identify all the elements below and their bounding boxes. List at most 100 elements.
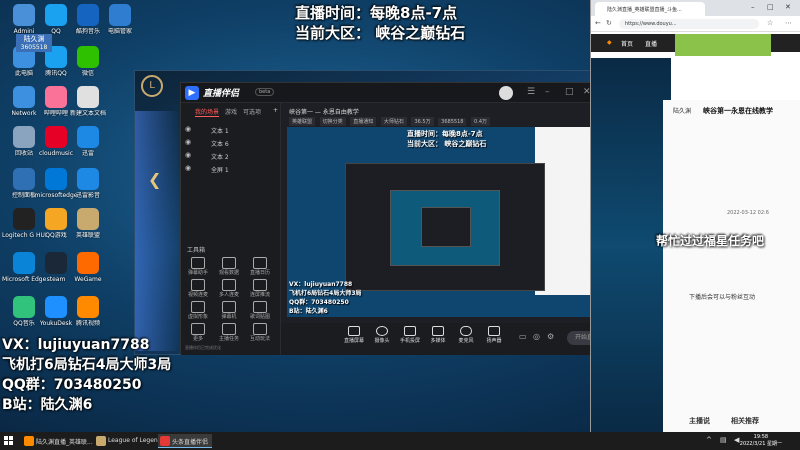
tool-button[interactable]: 直播日历 <box>247 257 273 276</box>
streamer-tag: 陆久渊 3605518 <box>16 34 52 52</box>
tool-button[interactable]: 歌词贴图 <box>247 301 273 320</box>
clock-date: 2022/3/21 星期一 <box>739 441 782 447</box>
tab-game[interactable]: 游戏 <box>225 107 237 116</box>
taskbar: 陆久渊直播_英雄联... League of Legends 头条直播伴侣 ^ … <box>0 432 800 450</box>
tab-recommended[interactable]: 相关推荐 <box>731 416 759 426</box>
avatar[interactable] <box>499 86 513 100</box>
app-logo-icon: ▶ <box>185 86 199 100</box>
desktop-icon[interactable]: 迅雷 <box>66 126 110 157</box>
tool-button[interactable]: 弹幕机 <box>216 301 242 320</box>
share-icon[interactable]: ◎ <box>533 332 540 341</box>
tool-label: 虚拟形象 <box>187 314 208 320</box>
ad-banner[interactable] <box>675 34 771 56</box>
tray-chevron-icon[interactable]: ^ <box>706 436 712 444</box>
eye-icon[interactable]: ◉ <box>185 151 191 159</box>
tool-button[interactable]: 视频连麦 <box>185 279 211 298</box>
tool-label: 弹幕助手 <box>187 270 208 276</box>
desktop-icon[interactable]: 英雄联盟 <box>66 208 110 239</box>
eye-icon[interactable]: ◉ <box>185 125 191 133</box>
tool-button[interactable]: 更多 <box>185 323 211 342</box>
stream-preview[interactable]: 直播时间：每晚8点-7点 当前大区： 峡谷之巅钻石 VX：lujiuyuan77… <box>287 127 617 317</box>
screen-capture-button[interactable]: 直播屏幕 <box>341 326 367 344</box>
refresh-icon[interactable]: ↻ <box>606 19 612 27</box>
menu-icon[interactable]: ☰ <box>527 87 535 97</box>
tool-button[interactable]: 互动玩法 <box>247 323 273 342</box>
phone-cast-button[interactable]: 手机投屏 <box>397 326 423 344</box>
tab-options[interactable]: 可选项 <box>243 107 261 116</box>
record-icon[interactable]: ▭ <box>519 332 527 341</box>
taskbar-item-label: 头条直播伴侣 <box>172 439 209 446</box>
control-label: 摄像头 <box>374 338 390 344</box>
room-tag[interactable]: 切换分类 <box>319 117 346 126</box>
desktop-icon[interactable]: 微信 <box>66 46 110 77</box>
maximize-icon[interactable]: □ <box>767 3 774 11</box>
network-icon[interactable]: ▤ <box>720 436 727 444</box>
scene-item[interactable]: ◉ 全屏 1 <box>185 164 275 176</box>
tool-label: 主播任务 <box>218 336 239 342</box>
scene-item[interactable]: ◉ 文本 6 <box>185 138 275 150</box>
taskbar-item-live-app[interactable]: 头条直播伴侣 <box>158 434 213 448</box>
volume-icon[interactable]: ◀ <box>734 436 739 444</box>
camera-button[interactable]: 摄像头 <box>369 326 395 344</box>
tool-button[interactable]: 弹幕助手 <box>185 257 211 276</box>
taskbar-item-browser[interactable]: 陆久渊直播_英雄联... <box>22 434 97 448</box>
app-icon <box>45 296 67 318</box>
close-icon[interactable]: ✕ <box>785 3 791 11</box>
tool-button[interactable]: 主播任务 <box>216 323 242 342</box>
clock[interactable]: 19:58 2022/3/21 星期一 <box>740 434 782 448</box>
app-icon <box>77 126 99 148</box>
scene-item[interactable]: ◉ 文本 1 <box>185 125 275 137</box>
room-tag[interactable]: 英雄联盟 <box>289 117 316 126</box>
browser-tab[interactable]: 陆久渊直播_英雄联盟直播_斗鱼... <box>595 2 705 16</box>
tool-button[interactable]: 多人连麦 <box>216 279 242 298</box>
more-icon[interactable]: ⋯ <box>785 19 792 27</box>
nav-live[interactable]: 直播 <box>645 39 657 48</box>
scene-item-label: 全屏 1 <box>211 167 229 174</box>
scene-item-label: 文本 1 <box>211 128 229 135</box>
eye-icon[interactable]: ◉ <box>185 138 191 146</box>
maximize-icon[interactable]: □ <box>565 87 574 97</box>
microphone-button[interactable]: 麦克风 <box>453 326 479 344</box>
eye-icon[interactable]: ◉ <box>185 164 191 172</box>
tool-button[interactable]: 观看数据 <box>216 257 242 276</box>
minimize-icon[interactable]: – <box>751 3 755 11</box>
scene-item[interactable]: ◉ 文本 2 <box>185 151 275 163</box>
desktop-icon[interactable]: 新建文本文档 <box>66 86 110 117</box>
desktop-icon[interactable]: 腾讯视频 <box>66 296 110 327</box>
back-icon[interactable]: ← <box>595 19 601 27</box>
preview-nested-window <box>421 207 471 247</box>
room-title[interactable]: 峡谷第一 — 永恩自由教学 <box>289 107 359 116</box>
minimize-icon[interactable]: – <box>545 87 550 97</box>
tool-label: 视频连麦 <box>187 292 208 298</box>
desktop-icon[interactable]: 迅雷影音 <box>66 168 110 199</box>
tool-button[interactable]: 连屏推流 <box>247 279 273 298</box>
start-button[interactable] <box>4 436 14 446</box>
media-button[interactable]: 多媒体 <box>425 326 451 344</box>
speaker-button[interactable]: 扬声器 <box>481 326 507 344</box>
app-icon <box>77 4 99 26</box>
tab-streamer-says[interactable]: 主播说 <box>689 416 710 426</box>
app-icon <box>109 4 131 26</box>
tool-label: 连屏推流 <box>249 292 270 298</box>
live-app-window[interactable]: ▶ 直播伴侣 beta ☰ – □ ✕ 我的场景 游戏 可选项 + ◉ 文本 1… <box>180 82 621 355</box>
control-label: 麦克风 <box>458 338 474 344</box>
preview-nested-window <box>345 163 545 291</box>
tool-button[interactable]: 虚拟形象 <box>185 301 211 320</box>
chat-bottom-note: 下播后会可以与粉丝互动 <box>689 294 756 301</box>
settings-icon[interactable]: ⚙ <box>547 332 554 341</box>
app-icon <box>77 208 99 230</box>
url-field[interactable]: https://www.douyu... <box>619 19 759 29</box>
streamer-name: 陆久渊 <box>673 108 692 115</box>
live-app-titlebar[interactable]: ▶ 直播伴侣 beta ☰ – □ ✕ <box>181 83 621 103</box>
desktop-icon[interactable]: 电脑管家 <box>98 4 142 35</box>
site-logo-icon[interactable]: ◆ <box>607 39 612 46</box>
nav-home[interactable]: 首页 <box>621 39 633 48</box>
desktop-icon[interactable]: WeGame <box>66 252 110 283</box>
tab-my-scenes[interactable]: 我的场景 <box>195 107 220 117</box>
star-icon[interactable]: ☆ <box>767 19 773 27</box>
app-icon <box>13 126 35 148</box>
chevron-left-icon[interactable]: ❮ <box>148 170 161 189</box>
chat-date: 2022-03-12 02:6 <box>727 210 769 216</box>
browser-window[interactable]: 陆久渊直播_英雄联盟直播_斗鱼... – □ ✕ ← ↻ https://www… <box>590 0 800 432</box>
add-scene-icon[interactable]: + <box>273 107 278 114</box>
